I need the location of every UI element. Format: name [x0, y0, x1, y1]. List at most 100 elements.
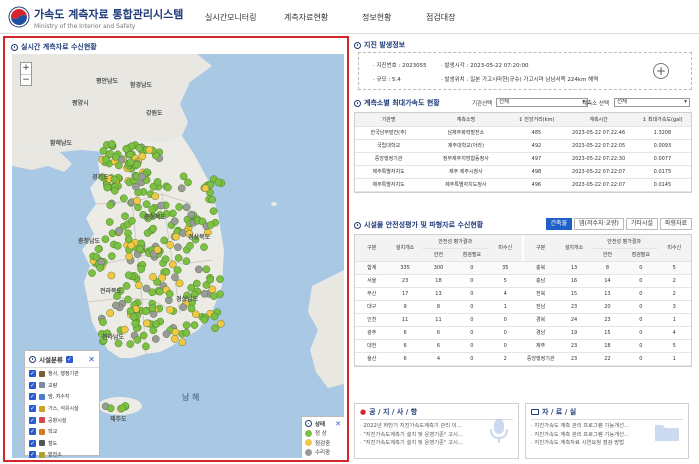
facility-marker[interactable]: [139, 331, 148, 340]
facility-marker[interactable]: [133, 196, 141, 205]
facility-marker[interactable]: [112, 153, 120, 161]
facility-marker[interactable]: [122, 282, 131, 290]
facility-marker[interactable]: [124, 235, 133, 244]
facility-marker[interactable]: [171, 273, 179, 282]
facility-marker[interactable]: [148, 304, 157, 312]
facility-marker[interactable]: [108, 140, 116, 148]
facility-checkbox[interactable]: ✓: [29, 416, 36, 424]
table-row[interactable]: 한국남부발전(주) 남제주화력발전소 485 2023-05-22 07:22:46 1…: [355, 126, 691, 140]
facility-marker[interactable]: [103, 183, 112, 192]
tab-building[interactable]: 건축물: [545, 218, 573, 230]
facility-marker[interactable]: [126, 340, 134, 348]
facility-marker[interactable]: [175, 203, 183, 211]
facility-marker[interactable]: [126, 158, 135, 166]
facility-marker[interactable]: [106, 404, 115, 413]
facility-marker[interactable]: [124, 295, 132, 304]
facility-marker[interactable]: [178, 338, 187, 347]
facility-marker[interactable]: [137, 265, 145, 273]
facility-marker[interactable]: [142, 342, 150, 351]
facility-marker[interactable]: [118, 404, 126, 413]
add-quake-button[interactable]: +: [653, 63, 669, 79]
facility-marker[interactable]: [168, 260, 177, 269]
nav-realtime-monitoring[interactable]: 실시간모니터링: [205, 12, 257, 23]
facility-marker[interactable]: [166, 241, 174, 249]
facility-marker[interactable]: [184, 178, 192, 187]
facility-marker[interactable]: [164, 183, 172, 192]
facility-marker[interactable]: [161, 255, 170, 263]
facility-legend-item[interactable]: ✓ 교량: [25, 380, 99, 392]
facility-marker[interactable]: [169, 209, 177, 218]
facility-marker[interactable]: [202, 265, 211, 274]
facility-marker[interactable]: [170, 335, 179, 343]
facility-marker[interactable]: [135, 245, 144, 253]
facility-marker[interactable]: [149, 224, 157, 233]
korea-map[interactable]: + − 평안남도 평양시 함경남도 강원도 황해남도 경기도 충청북도 경상북도…: [12, 54, 344, 458]
facility-marker[interactable]: [108, 252, 116, 260]
facility-marker[interactable]: [194, 265, 203, 274]
facility-legend-item[interactable]: ✓ 가스, 석유시설: [25, 403, 99, 415]
facility-marker[interactable]: [105, 218, 114, 226]
facility-marker[interactable]: [115, 161, 123, 170]
facility-marker[interactable]: [106, 309, 114, 317]
facility-marker[interactable]: [175, 279, 184, 288]
facility-marker[interactable]: [182, 203, 191, 212]
facility-legend-item[interactable]: ✓ 학교: [25, 426, 99, 438]
station-filter-select[interactable]: 전체 ▾: [614, 98, 690, 107]
facility-marker[interactable]: [145, 146, 154, 154]
facility-marker[interactable]: [216, 275, 224, 283]
facility-marker[interactable]: [142, 200, 151, 208]
facility-marker[interactable]: [210, 292, 218, 300]
status-legend-close-icon[interactable]: ✕: [335, 420, 341, 428]
facility-checkbox[interactable]: ✓: [29, 439, 36, 447]
facility-marker[interactable]: [148, 288, 156, 297]
facility-marker[interactable]: [179, 303, 187, 311]
facility-marker[interactable]: [142, 307, 150, 316]
legend-select-all-checkbox[interactable]: ✓: [65, 355, 73, 363]
facility-marker[interactable]: [182, 328, 191, 337]
facility-marker[interactable]: [162, 267, 171, 276]
table-row[interactable]: 제주특별자치도 제주특별자치도청사 496 2023-05-22 07:22:07 0.…: [355, 178, 691, 192]
facility-marker[interactable]: [187, 283, 195, 292]
notice-title[interactable]: 공 / 지 / 사 / 항: [369, 407, 417, 417]
facility-legend-item[interactable]: ✓ 발전소: [25, 449, 99, 458]
facility-marker[interactable]: [133, 160, 141, 169]
facility-marker[interactable]: [182, 321, 191, 330]
facility-marker[interactable]: [125, 271, 133, 279]
facility-marker[interactable]: [166, 306, 174, 314]
facility-marker[interactable]: [131, 319, 139, 328]
nav-info-status[interactable]: 정보현황: [362, 12, 391, 23]
facility-legend-item[interactable]: ✓ 공항시설: [25, 414, 99, 426]
facility-marker[interactable]: [177, 184, 186, 193]
facility-marker[interactable]: [115, 226, 123, 235]
facility-marker[interactable]: [160, 236, 168, 245]
facility-marker[interactable]: [88, 269, 96, 277]
ministry-logo-icon[interactable]: [8, 6, 30, 28]
tab-waveform[interactable]: 파형자료: [659, 218, 692, 230]
facility-marker[interactable]: [162, 330, 171, 338]
facility-legend-item[interactable]: ✓ 청사, 행정기관: [25, 368, 99, 380]
facility-marker[interactable]: [106, 201, 114, 209]
facility-checkbox[interactable]: ✓: [29, 405, 36, 413]
col-max-accel[interactable]: ↕ 최대가속도(gal): [633, 113, 691, 127]
app-brand[interactable]: 가속도 계측자료 통합관리시스템 Ministry of the Interio…: [34, 6, 183, 30]
facility-marker[interactable]: [186, 241, 194, 250]
facility-marker[interactable]: [187, 304, 196, 313]
facility-marker[interactable]: [165, 290, 174, 298]
facility-marker[interactable]: [149, 273, 157, 281]
facility-checkbox[interactable]: ✓: [29, 381, 36, 389]
facility-marker[interactable]: [179, 172, 188, 181]
facility-marker[interactable]: [171, 328, 180, 337]
facility-marker[interactable]: [209, 207, 218, 215]
col-distance[interactable]: ↕ 진앙거리(km): [509, 113, 564, 127]
facility-legend-item[interactable]: ✓ 철도: [25, 438, 99, 450]
facility-marker[interactable]: [187, 210, 196, 219]
facility-marker[interactable]: [211, 324, 219, 333]
facility-marker[interactable]: [96, 264, 104, 272]
legend-close-icon[interactable]: ✕: [88, 355, 95, 363]
facility-marker[interactable]: [206, 275, 214, 284]
zoom-out-button[interactable]: −: [21, 74, 31, 85]
zoom-in-button[interactable]: +: [21, 63, 31, 74]
data-room-title[interactable]: 자 / 료 / 실: [542, 407, 576, 417]
facility-marker[interactable]: [170, 217, 179, 225]
facility-marker[interactable]: [173, 266, 182, 274]
